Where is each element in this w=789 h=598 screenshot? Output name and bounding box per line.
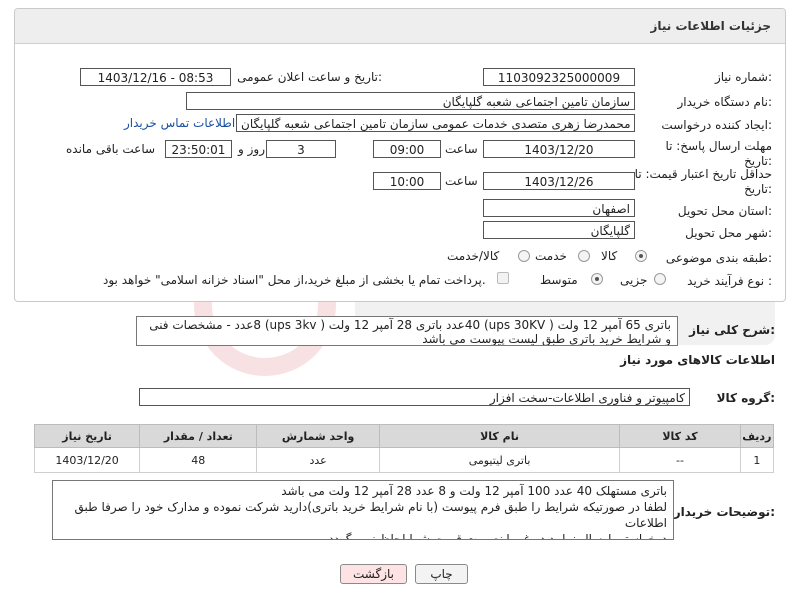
buyer-label: نام دستگاه خریدار:	[677, 95, 773, 109]
process-radio-minor[interactable]	[654, 273, 666, 285]
col-qty: تعداد / مقدار	[139, 424, 258, 448]
cell-name: باتری لیتیومی	[378, 447, 621, 473]
deadline-label: مهلت ارسال پاسخ: تا تاریخ:	[665, 139, 772, 168]
buyer-contact-link[interactable]: اطلاعات تماس خریدار	[124, 116, 235, 130]
buyer-notes-textarea: باتری مستهلک 40 عدد 100 آمپر 12 ولت و 8 …	[52, 480, 674, 540]
days-label: روز و	[238, 142, 265, 156]
col-date: تاریخ نیاز	[33, 424, 141, 448]
days-remaining-field: 3	[266, 140, 336, 158]
category-label: طبقه بندی موضوعی:	[665, 251, 772, 265]
remaining-label: ساعت باقی مانده	[66, 142, 156, 156]
city-field: گلپایگان	[483, 221, 635, 239]
buyer-notes-label: توضیحات خریدار:	[673, 505, 775, 519]
deadline-time-label: ساعت	[445, 142, 478, 156]
col-row: ردیف	[739, 424, 775, 448]
col-unit: واحد شمارش	[256, 424, 380, 448]
cell-row: 1	[739, 447, 775, 473]
province-field: اصفهان	[483, 199, 635, 217]
goods-group-field: کامپیوتر و فناوری اطلاعات-سخت افزار	[139, 388, 690, 406]
city-label: شهر محل تحویل:	[685, 226, 772, 240]
cell-code: --	[619, 447, 741, 473]
print-button[interactable]: چاپ	[415, 564, 468, 584]
category-option-goods: کالا	[601, 249, 618, 263]
deadline-time-field: 09:00	[373, 140, 441, 158]
col-name: نام کالا	[378, 424, 621, 448]
category-radio-service[interactable]	[578, 250, 590, 262]
cell-unit: عدد	[256, 447, 380, 473]
creator-label: ایجاد کننده درخواست:	[661, 118, 772, 132]
process-option-medium: متوسط	[540, 273, 578, 287]
buyer-notes-line: باتری مستهلک 40 عدد 100 آمپر 12 ولت و 8 …	[281, 484, 667, 498]
category-radio-goods[interactable]	[635, 250, 647, 262]
buyer-notes-line: درخواستی ارسال نمایید در غیر اینصورت قیم…	[328, 532, 668, 540]
cell-qty: 48	[139, 447, 258, 473]
panel-title: جزئیات اطلاعات نیاز	[650, 19, 771, 33]
summary-textarea: باتری 65 آمپر 12 ولت ( ups 30KV) 40عدد ب…	[136, 316, 678, 346]
validity-label: حداقل تاریخ اعتبار قیمت: تا تاریخ:	[634, 167, 772, 196]
category-option-goods-service: کالا/خدمت	[447, 249, 500, 263]
treasury-payment-note: پرداخت تمام یا بخشی از مبلغ خرید،از محل …	[103, 273, 486, 287]
announce-date-field: 1403/12/16 - 08:53	[80, 68, 231, 86]
validity-time-field: 10:00	[373, 172, 441, 190]
need-number-field: 1103092325000009	[483, 68, 635, 86]
col-code: کد کالا	[619, 424, 741, 448]
summary-label: شرح کلی نیاز:	[689, 323, 775, 337]
deadline-date-field: 1403/12/20	[483, 140, 635, 158]
announce-label: تاریخ و ساعت اعلان عمومی:	[237, 70, 382, 84]
panel-header: جزئیات اطلاعات نیاز	[15, 9, 785, 44]
cell-date: 1403/12/20	[33, 447, 141, 473]
validity-time-label: ساعت	[445, 174, 478, 188]
province-label: استان محل تحویل:	[677, 204, 772, 218]
category-option-service: خدمت	[535, 249, 567, 263]
process-label: نوع فرآیند خرید :	[687, 274, 772, 288]
goods-group-label: گروه کالا:	[716, 391, 775, 405]
process-option-minor: جزیی	[620, 273, 648, 287]
process-radio-medium[interactable]	[591, 273, 603, 285]
buyer-field: سازمان تامین اجتماعی شعبه گلپایگان	[186, 92, 635, 110]
remaining-time-field: 23:50:01	[165, 140, 232, 158]
goods-table-header: ردیف کد کالا نام کالا واحد شمارش تعداد /…	[33, 424, 775, 448]
treasury-payment-checkbox[interactable]	[497, 272, 509, 284]
need-number-label: شماره نیاز:	[714, 70, 772, 84]
goods-table: ردیف کد کالا نام کالا واحد شمارش تعداد /…	[33, 424, 775, 473]
validity-date-field: 1403/12/26	[483, 172, 635, 190]
creator-field: محمدرضا زهری متصدی خدمات عمومی سازمان تا…	[236, 114, 635, 132]
buyer-notes-line: لطفا در صورتیکه شرایط را طبق فرم پیوست (…	[74, 500, 668, 530]
goods-section-title: اطلاعات کالاهای مورد نیاز	[620, 353, 775, 367]
category-radio-goods-service[interactable]	[518, 250, 530, 262]
back-button[interactable]: بازگشت	[340, 564, 407, 584]
table-row[interactable]: 1 -- باتری لیتیومی عدد 48 1403/12/20	[33, 447, 775, 473]
